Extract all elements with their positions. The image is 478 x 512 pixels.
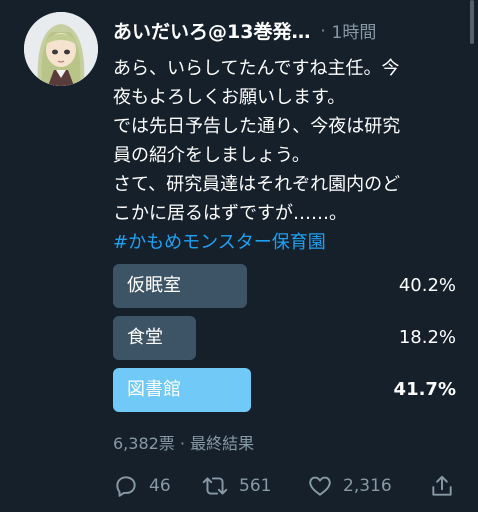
poll-option-label: 食堂 — [127, 327, 163, 348]
reply-count: 46 — [149, 476, 171, 496]
poll-option: 仮眠室 40.2% — [113, 264, 458, 308]
timestamp[interactable]: 1時間 — [332, 18, 377, 43]
reply-icon — [116, 476, 136, 497]
action-bar: 46 561 2,316 — [113, 468, 458, 504]
like-count: 2,316 — [343, 476, 392, 496]
hashtag-link[interactable]: #かもめモンスター保育園 — [113, 228, 458, 257]
poll-option: 図書館 41.7% — [113, 368, 458, 412]
like-button[interactable]: 2,316 — [307, 468, 392, 504]
retweet-count: 561 — [239, 476, 272, 496]
tweet-header: あいだいろ@13巻発… · 1時間 — [113, 16, 458, 44]
tweet-text-line: では先日予告した通り、今夜は研究 — [113, 116, 401, 137]
author-name[interactable]: あいだいろ@13巻発… — [113, 17, 310, 44]
poll-option-label: 仮眠室 — [127, 275, 181, 296]
poll-option-percent: 18.2% — [398, 327, 456, 348]
tweet-text-line: さて、研究員達はそれぞれ園内のど — [113, 174, 401, 195]
tweet-text-line: 員の紹介をしましょう。 — [113, 145, 310, 166]
avatar-illustration — [24, 12, 98, 86]
tweet-text-line: 夜もよろしくお願いします。 — [113, 87, 346, 108]
poll-option-percent: 41.7% — [393, 379, 456, 400]
tweet-text-line: こかに居るはずですが……。 — [113, 203, 347, 224]
poll-option-label: 図書館 — [127, 379, 181, 400]
heart-icon — [309, 476, 331, 496]
share-button[interactable] — [429, 468, 455, 504]
retweet-button[interactable]: 561 — [201, 468, 271, 504]
tweet-text: あら、いらしてたんですね主任。今 夜もよろしくお願いします。 では先日予告した通… — [113, 54, 458, 257]
reply-button[interactable]: 46 — [113, 468, 171, 504]
share-icon — [432, 475, 452, 496]
tweet-text-line: あら、いらしてたんですね主任。今 — [113, 58, 400, 79]
poll-option-percent: 40.2% — [398, 275, 456, 296]
avatar[interactable] — [24, 12, 98, 86]
poll-meta: 6,382票 · 最終結果 — [113, 434, 255, 453]
header-separator: · — [320, 20, 326, 40]
retweet-icon — [202, 477, 228, 495]
poll-option: 食堂 18.2% — [113, 316, 458, 360]
scrollbar[interactable] — [470, 0, 474, 44]
